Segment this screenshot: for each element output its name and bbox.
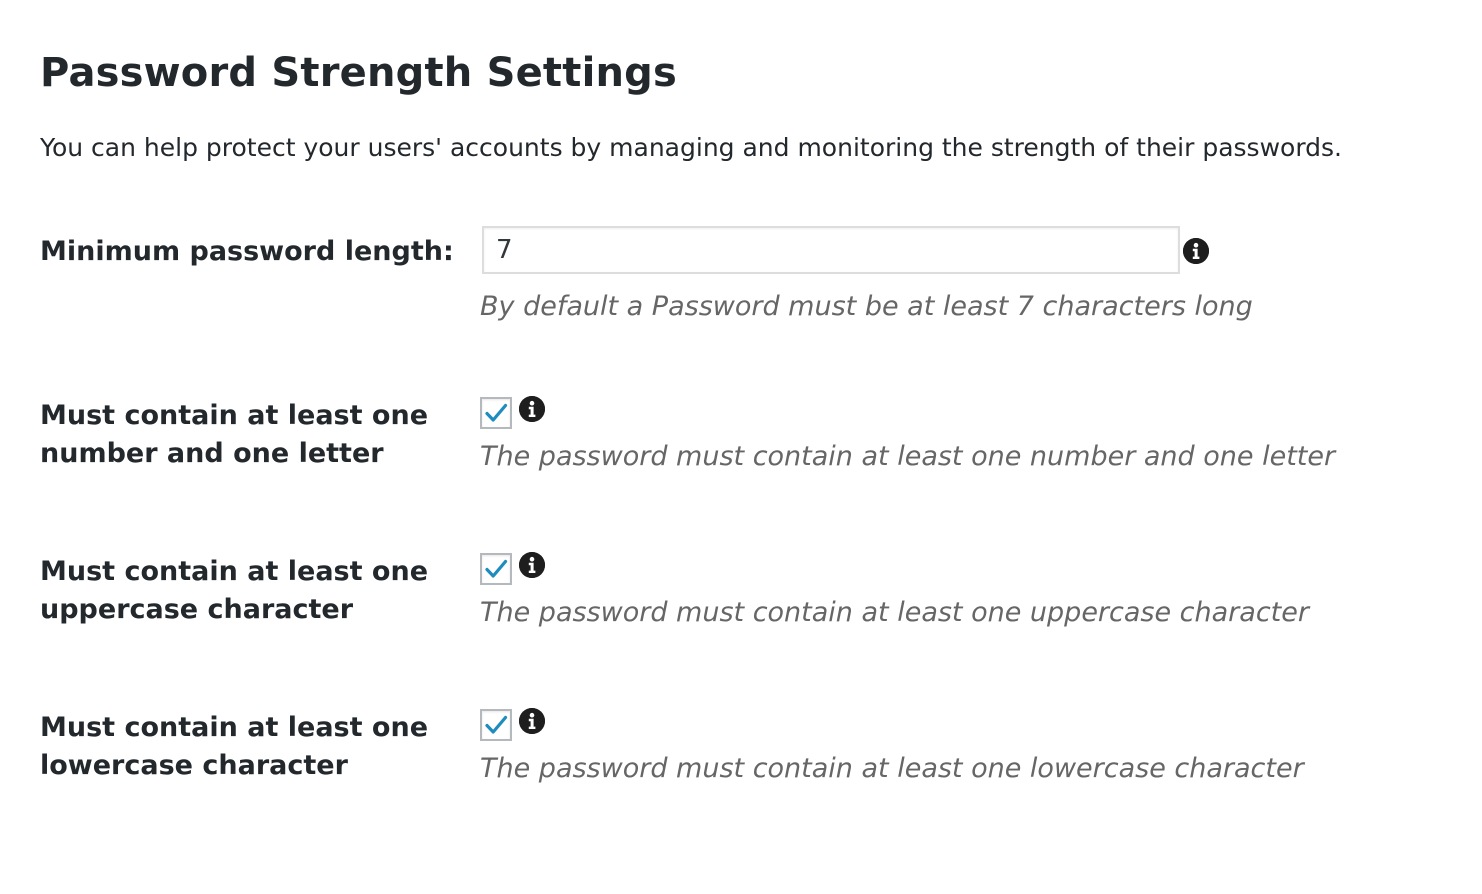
checkmark-icon bbox=[485, 403, 508, 422]
uppercase-label: Must contain at least one uppercase char… bbox=[40, 556, 429, 625]
checkmark-icon bbox=[485, 559, 508, 578]
min-length-description: By default a Password must be at least 7… bbox=[480, 291, 1253, 322]
uppercase-checkbox[interactable] bbox=[480, 553, 512, 585]
number-letter-label: Must contain at least one number and one… bbox=[40, 400, 429, 469]
lowercase-description: The password must contain at least one l… bbox=[480, 753, 1304, 784]
info-icon[interactable] bbox=[519, 708, 545, 734]
number-letter-description: The password must contain at least one n… bbox=[480, 441, 1336, 472]
info-icon[interactable] bbox=[1183, 238, 1209, 264]
lowercase-label: Must contain at least one lowercase char… bbox=[40, 712, 429, 781]
page-title: Password Strength Settings bbox=[40, 50, 677, 96]
info-icon[interactable] bbox=[519, 552, 545, 578]
uppercase-description: The password must contain at least one u… bbox=[480, 597, 1309, 628]
checkmark-icon bbox=[485, 715, 508, 734]
min-length-label: Minimum password length: bbox=[40, 236, 454, 267]
page-description: You can help protect your users' account… bbox=[40, 133, 1343, 162]
info-icon[interactable] bbox=[519, 396, 545, 422]
password-strength-settings-page: Password Strength Settings You can help … bbox=[0, 0, 1482, 894]
lowercase-checkbox[interactable] bbox=[480, 709, 512, 741]
number-letter-checkbox[interactable] bbox=[480, 397, 512, 429]
min-length-input[interactable] bbox=[482, 226, 1180, 274]
